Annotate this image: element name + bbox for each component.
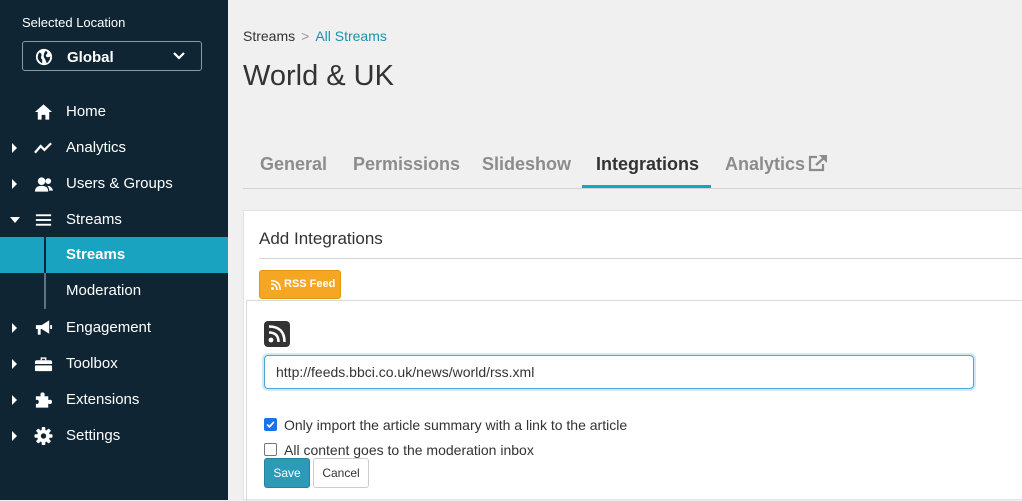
sidebar-subitem-streams[interactable]: Streams [0, 237, 228, 273]
moderation-option-label: All content goes to the moderation inbox [284, 442, 534, 458]
breadcrumb-parent[interactable]: Streams [243, 28, 295, 44]
main-content: Streams > All Streams World & UK General P… [228, 0, 1022, 501]
panel-heading: Add Integrations [259, 229, 383, 248]
save-button[interactable]: Save [264, 458, 310, 488]
breadcrumb-current[interactable]: All Streams [315, 28, 387, 44]
puzzle-icon [35, 392, 53, 408]
sidebar-item-label: Users & Groups [66, 175, 173, 192]
toolbox-icon [34, 357, 53, 372]
tab-bar: General Permissions Slideshow Integratio… [243, 142, 1022, 189]
megaphone-icon [35, 320, 53, 335]
caret-right-icon [12, 359, 17, 369]
page-title: World & UK [243, 60, 394, 92]
sidebar-item-analytics[interactable]: Analytics [0, 130, 228, 166]
sidebar-item-home[interactable]: Home [0, 94, 228, 130]
caret-right-icon [12, 431, 17, 441]
sidebar-item-label: Home [66, 103, 107, 120]
sidebar-subitem-moderation[interactable]: Moderation [0, 273, 228, 309]
tree-line [44, 237, 46, 273]
selected-location-label: Selected Location [22, 15, 126, 30]
gear-icon [34, 427, 53, 445]
tab-analytics[interactable]: Analytics [725, 142, 828, 188]
sidebar-item-extensions[interactable]: Extensions [0, 382, 228, 418]
sidebar-item-label: Streams [66, 211, 122, 228]
breadcrumb-separator: > [301, 28, 310, 44]
tree-line [44, 273, 46, 309]
sidebar-subitem-label: Moderation [66, 282, 142, 299]
tab-integrations[interactable]: Integrations [582, 142, 711, 188]
checkmark-icon [266, 421, 275, 428]
sidebar-item-label: Toolbox [66, 355, 118, 372]
sidebar-subitem-label: Streams [66, 246, 126, 263]
sidebar-item-label: Analytics [66, 139, 127, 156]
sidebar: Selected Location Global Home Analytics … [0, 0, 228, 500]
divider [259, 258, 1022, 259]
breadcrumb: Streams > All Streams [243, 28, 387, 44]
sidebar-item-users-groups[interactable]: Users & Groups [0, 166, 228, 202]
tab-permissions[interactable]: Permissions [353, 142, 460, 188]
tab-analytics-label: Analytics [725, 154, 806, 174]
rss-feed-button[interactable]: RSS Feed [259, 270, 341, 299]
rss-feed-button-label: RSS Feed [284, 278, 336, 290]
cancel-button[interactable]: Cancel [313, 458, 369, 488]
location-select[interactable]: Global [22, 41, 202, 71]
caret-right-icon [12, 179, 17, 189]
integrations-panel: Add Integrations RSS Feed http://feeds.b… [243, 210, 1022, 501]
caret-right-icon [12, 395, 17, 405]
rss-feed-form: Only import the article summary with a l… [246, 300, 1022, 501]
caret-right-icon [12, 143, 17, 153]
tab-general[interactable]: General [260, 142, 327, 188]
rss-icon [271, 280, 281, 290]
external-link-icon [808, 155, 828, 172]
feed-url-input[interactable] [264, 355, 974, 389]
summary-checkbox[interactable] [264, 418, 277, 431]
home-icon [34, 104, 53, 120]
tab-slideshow[interactable]: Slideshow [482, 142, 571, 188]
caret-down-icon [10, 217, 20, 223]
caret-right-icon [12, 323, 17, 333]
analytics-icon [34, 142, 52, 154]
location-value: Global [67, 49, 114, 66]
sidebar-item-settings[interactable]: Settings [0, 418, 228, 454]
rss-square-icon [264, 321, 290, 347]
users-icon [34, 177, 53, 192]
globe-icon [35, 48, 53, 66]
summary-option-label: Only import the article summary with a l… [284, 417, 628, 433]
sidebar-item-streams[interactable]: Streams [0, 202, 228, 238]
moderation-checkbox[interactable] [264, 443, 277, 456]
sidebar-item-engagement[interactable]: Engagement [0, 310, 228, 346]
sidebar-item-label: Engagement [66, 319, 152, 336]
sidebar-item-toolbox[interactable]: Toolbox [0, 346, 228, 382]
chevron-down-icon [173, 52, 185, 60]
sidebar-item-label: Extensions [66, 391, 140, 408]
list-icon [35, 214, 52, 226]
sidebar-item-label: Settings [66, 427, 121, 444]
